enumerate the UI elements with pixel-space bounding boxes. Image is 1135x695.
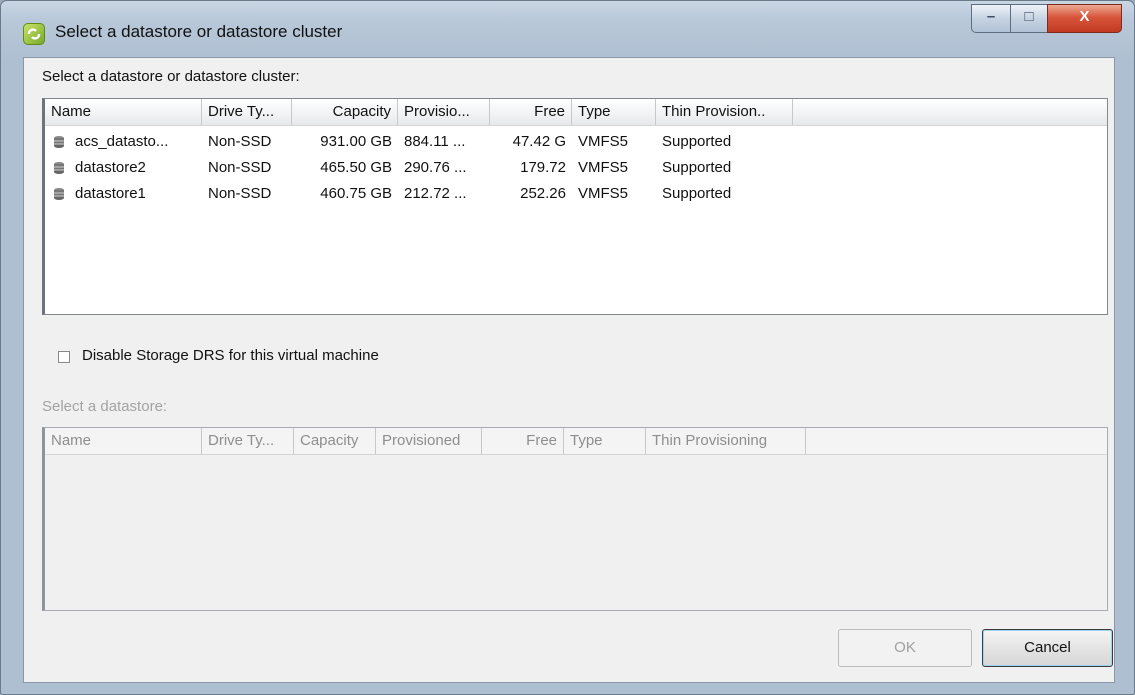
close-icon: X	[1079, 8, 1090, 25]
cell-thin-provisioning: Supported	[662, 185, 732, 202]
cell-capacity: 465.50 GB	[320, 159, 392, 176]
cluster-section-label: Select a datastore or datastore cluster:	[42, 68, 300, 85]
cell-free: 47.42 G	[512, 133, 566, 150]
datastore-icon	[54, 136, 64, 148]
column-header-drive-type[interactable]: Drive Ty...	[202, 99, 292, 125]
table-row[interactable]: datastore1 Non-SSD 460.75 GB 212.72 ... …	[45, 181, 1107, 207]
column-header-provisioned: Provisioned	[376, 428, 482, 454]
cell-drive-type: Non-SSD	[208, 133, 272, 150]
column-header-free[interactable]: Free	[490, 99, 572, 125]
column-header-capacity: Capacity	[294, 428, 376, 454]
cancel-button[interactable]: Cancel	[982, 629, 1113, 667]
column-header-type[interactable]: Type	[572, 99, 656, 125]
cell-name: datastore2	[75, 159, 146, 176]
cell-type: VMFS5	[578, 159, 629, 176]
cell-name: datastore1	[75, 185, 146, 202]
column-header-type: Type	[564, 428, 646, 454]
cluster-table-header: Name Drive Ty... Capacity Provisio... Fr…	[45, 99, 1107, 126]
cell-type: VMFS5	[578, 133, 629, 150]
datastore-icon	[54, 162, 64, 174]
datastore-section-label: Select a datastore:	[42, 398, 168, 415]
column-header-name[interactable]: Name	[45, 99, 202, 125]
cell-provisioned: 290.76 ...	[404, 159, 467, 176]
maximize-button[interactable]: □	[1010, 4, 1048, 33]
close-button[interactable]: X	[1047, 4, 1122, 33]
cell-thin-provisioning: Supported	[662, 133, 732, 150]
column-header-thin-provisioning: Thin Provisioning	[646, 428, 806, 454]
cell-free: 179.72	[520, 159, 566, 176]
column-header-free: Free	[482, 428, 564, 454]
title-bar[interactable]: Select a datastore or datastore cluster …	[1, 1, 1134, 59]
cell-drive-type: Non-SSD	[208, 185, 272, 202]
disable-drs-checkbox[interactable]	[58, 351, 70, 363]
datastore-table-header: Name Drive Ty... Capacity Provisioned Fr…	[45, 428, 1107, 455]
cell-capacity: 931.00 GB	[320, 133, 392, 150]
minimize-icon: –	[986, 8, 996, 25]
table-row[interactable]: acs_datasto... Non-SSD 931.00 GB 884.11 …	[45, 129, 1107, 155]
datastore-table: Name Drive Ty... Capacity Provisioned Fr…	[42, 427, 1108, 611]
cell-type: VMFS5	[578, 185, 629, 202]
table-row[interactable]: datastore2 Non-SSD 465.50 GB 290.76 ... …	[45, 155, 1107, 181]
vsphere-app-icon	[23, 23, 45, 45]
column-header-capacity[interactable]: Capacity	[292, 99, 398, 125]
cell-provisioned: 884.11 ...	[404, 133, 466, 150]
cell-drive-type: Non-SSD	[208, 159, 272, 176]
column-header-thin-provisioning[interactable]: Thin Provision..	[656, 99, 793, 125]
datastore-cluster-table[interactable]: Name Drive Ty... Capacity Provisio... Fr…	[42, 98, 1108, 315]
maximize-icon: □	[1024, 8, 1034, 25]
column-header-provisioned[interactable]: Provisio...	[398, 99, 490, 125]
disable-drs-label[interactable]: Disable Storage DRS for this virtual mac…	[82, 347, 379, 364]
cell-name: acs_datasto...	[75, 133, 169, 150]
minimize-button[interactable]: –	[971, 4, 1011, 33]
cell-provisioned: 212.72 ...	[404, 185, 467, 202]
cell-capacity: 460.75 GB	[320, 185, 392, 202]
dialog-content: Select a datastore or datastore cluster:…	[23, 57, 1115, 683]
datastore-icon	[54, 188, 64, 200]
column-header-name: Name	[45, 428, 202, 454]
cell-free: 252.26	[520, 185, 566, 202]
window-title: Select a datastore or datastore cluster	[55, 22, 343, 41]
dialog-window: Select a datastore or datastore cluster …	[0, 0, 1135, 695]
cell-thin-provisioning: Supported	[662, 159, 732, 176]
column-header-drive-type: Drive Ty...	[202, 428, 294, 454]
ok-button[interactable]: OK	[838, 629, 972, 667]
